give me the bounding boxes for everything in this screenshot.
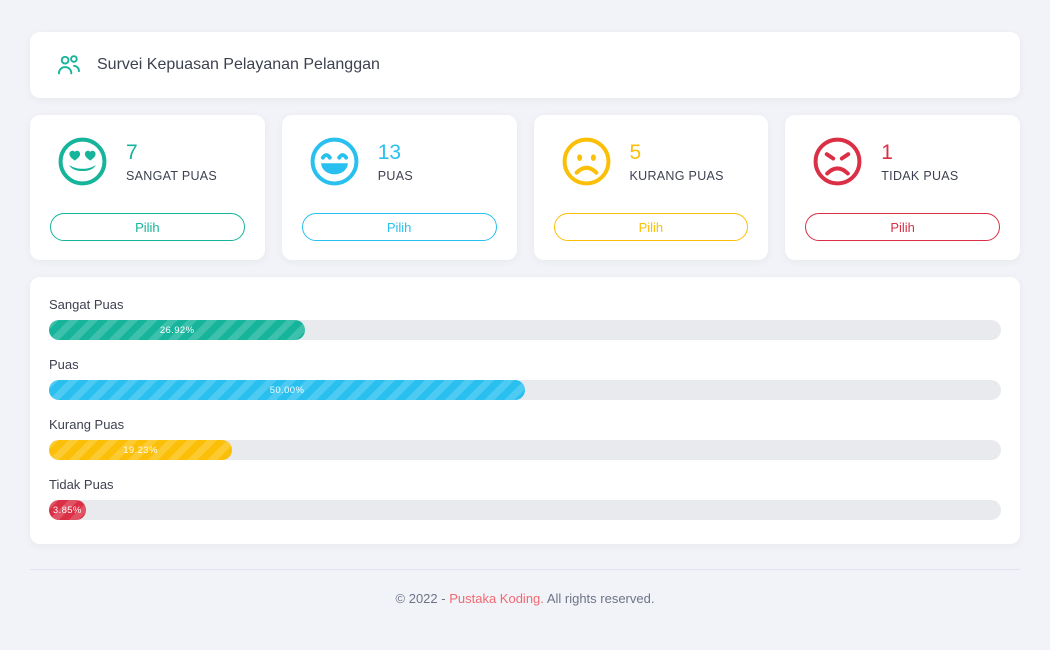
summary-card-top: 1 TIDAK PUAS xyxy=(805,134,1000,189)
summary-card: 13 PUAS Pilih xyxy=(282,115,517,260)
summary-label: PUAS xyxy=(378,169,413,183)
progress-fill: 19.23% xyxy=(49,440,232,460)
page: Survei Kepuasan Pelayanan Pelanggan 7 xyxy=(0,0,1050,627)
pilih-button[interactable]: Pilih xyxy=(805,213,1000,241)
summary-card-text: 5 KURANG PUAS xyxy=(630,141,724,183)
progress-value: 3.85% xyxy=(53,505,82,516)
rights-text: All rights reserved. xyxy=(547,591,655,606)
progress-bar-group: Puas 50.00% xyxy=(49,357,1001,400)
page-title: Survei Kepuasan Pelayanan Pelanggan xyxy=(97,56,380,74)
progress-fill: 3.85% xyxy=(49,500,86,520)
progress-track: 26.92% xyxy=(49,320,1001,340)
people-icon xyxy=(55,52,82,79)
summary-card-top: 5 KURANG PUAS xyxy=(554,134,749,189)
summary-count: 13 xyxy=(378,141,413,165)
pilih-button[interactable]: Pilih xyxy=(302,213,497,241)
satisfaction-progress-card: Sangat Puas 26.92% Puas 50.00% Kurang Pu… xyxy=(30,277,1020,544)
progress-fill: 50.00% xyxy=(49,380,525,400)
progress-list: Sangat Puas 26.92% Puas 50.00% Kurang Pu… xyxy=(49,297,1001,520)
summary-card: 7 SANGAT PUAS Pilih xyxy=(30,115,265,260)
angry-face-icon xyxy=(810,134,865,189)
progress-track: 19.23% xyxy=(49,440,1001,460)
brand-link[interactable]: Pustaka Koding. xyxy=(449,591,544,606)
progress-bar-label: Tidak Puas xyxy=(49,477,1001,492)
summary-card-text: 1 TIDAK PUAS xyxy=(881,141,958,183)
progress-bar-group: Sangat Puas 26.92% xyxy=(49,297,1001,340)
sad-face-icon xyxy=(559,134,614,189)
summary-card: 1 TIDAK PUAS Pilih xyxy=(785,115,1020,260)
survey-header-card: Survei Kepuasan Pelayanan Pelanggan xyxy=(30,32,1020,98)
progress-value: 19.23% xyxy=(123,445,158,456)
progress-bar-group: Kurang Puas 19.23% xyxy=(49,417,1001,460)
summary-card-text: 7 SANGAT PUAS xyxy=(126,141,217,183)
progress-bar-label: Sangat Puas xyxy=(49,297,1001,312)
summary-cards-row: 7 SANGAT PUAS Pilih xyxy=(30,115,1020,260)
progress-track: 3.85% xyxy=(49,500,1001,520)
happy-face-icon xyxy=(307,134,362,189)
progress-bar-label: Kurang Puas xyxy=(49,417,1001,432)
progress-fill: 26.92% xyxy=(49,320,305,340)
summary-label: KURANG PUAS xyxy=(630,169,724,183)
summary-count: 1 xyxy=(881,141,958,165)
heart-eyes-face-icon xyxy=(55,134,110,189)
summary-count: 5 xyxy=(630,141,724,165)
pilih-button[interactable]: Pilih xyxy=(50,213,245,241)
summary-label: SANGAT PUAS xyxy=(126,169,217,183)
summary-card-top: 13 PUAS xyxy=(302,134,497,189)
progress-bar-group: Tidak Puas 3.85% xyxy=(49,477,1001,520)
progress-track: 50.00% xyxy=(49,380,1001,400)
copyright-text: © 2022 - xyxy=(396,591,446,606)
progress-value: 26.92% xyxy=(160,325,195,336)
summary-count: 7 xyxy=(126,141,217,165)
summary-card-text: 13 PUAS xyxy=(378,141,413,183)
summary-card-top: 7 SANGAT PUAS xyxy=(50,134,245,189)
summary-card: 5 KURANG PUAS Pilih xyxy=(534,115,769,260)
progress-bar-label: Puas xyxy=(49,357,1001,372)
summary-label: TIDAK PUAS xyxy=(881,169,958,183)
footer: © 2022 - Pustaka Koding. All rights rese… xyxy=(30,570,1020,627)
progress-value: 50.00% xyxy=(270,385,305,396)
pilih-button[interactable]: Pilih xyxy=(554,213,749,241)
